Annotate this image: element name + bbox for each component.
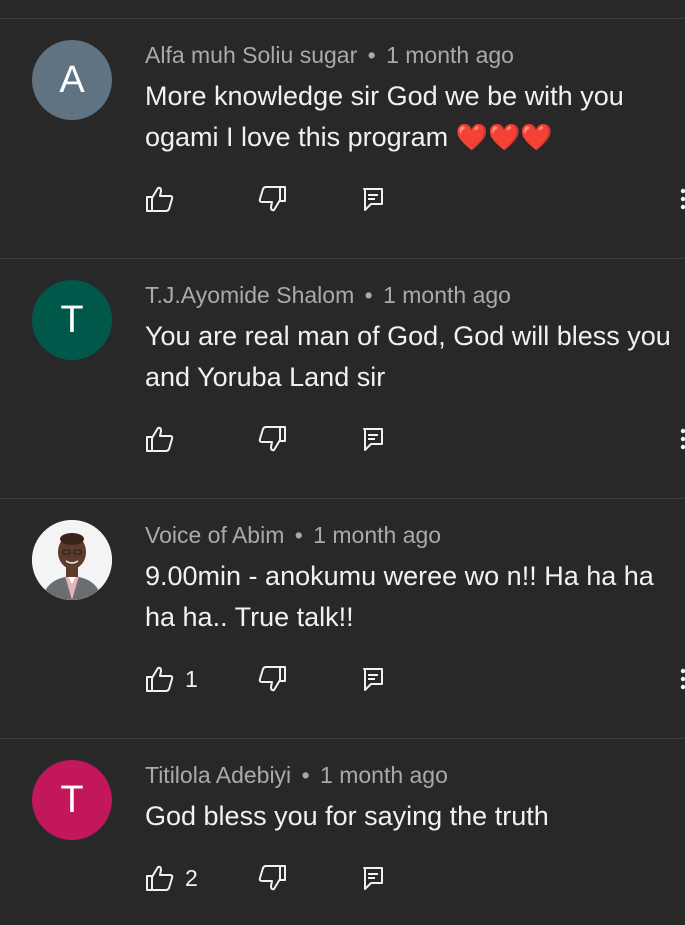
avatar[interactable]: T (32, 760, 112, 840)
comment-time: 1 month ago (313, 522, 442, 548)
avatar-letter: T (60, 298, 84, 341)
heart-emojis: ❤️❤️❤️ (455, 122, 553, 152)
reply-button[interactable] (361, 861, 385, 895)
like-count: 2 (185, 864, 198, 891)
comment-actions (145, 182, 685, 216)
comment-text: More knowledge sir God we be with you og… (145, 76, 685, 158)
meta-separator: • (294, 522, 303, 548)
profile-photo (32, 520, 112, 600)
comment-item: T T.J.Ayomide Shalom • 1 month ago You a… (0, 259, 685, 499)
comment-meta: T.J.Ayomide Shalom • 1 month ago (145, 282, 511, 309)
reply-icon (363, 668, 383, 691)
dislike-button[interactable] (257, 861, 287, 895)
comment-item: A Alfa muh Soliu sugar • 1 month ago Mor… (0, 19, 685, 259)
more-options-button[interactable] (675, 662, 685, 696)
top-divider (0, 0, 685, 19)
comment-meta: Voice of Abim • 1 month ago (145, 522, 441, 549)
dislike-button[interactable] (257, 662, 287, 696)
reply-button[interactable] (361, 182, 385, 216)
meta-separator: • (301, 762, 310, 788)
like-button[interactable]: 2 (145, 861, 198, 895)
more-options-button[interactable] (675, 422, 685, 456)
comment-line: ogami I love this program ❤️❤️❤️ (145, 117, 685, 158)
avatar-letter: T (60, 778, 84, 821)
author-name[interactable]: T.J.Ayomide Shalom (145, 282, 354, 308)
more-vert-icon (680, 188, 685, 210)
author-name[interactable]: Alfa muh Soliu sugar (145, 42, 357, 68)
comment-actions (145, 422, 685, 456)
dislike-button[interactable] (257, 182, 287, 216)
thumbs-down-icon (258, 426, 286, 452)
comment-line: You are real man of God, God will bless … (145, 321, 671, 351)
thumbs-down-icon (258, 865, 286, 891)
comment-text: God bless you for saying the truth (145, 796, 685, 837)
thumbs-up-icon (146, 865, 174, 891)
comment-time: 1 month ago (386, 42, 514, 68)
like-button[interactable] (145, 422, 185, 456)
more-vert-icon (680, 668, 685, 690)
comment-time: 1 month ago (383, 282, 511, 308)
comment-meta: Titilola Adebiyi • 1 month ago (145, 762, 448, 789)
comment-line: ha ha.. True talk!! (145, 602, 354, 632)
like-button[interactable] (145, 182, 185, 216)
like-count: 1 (185, 665, 198, 692)
comment-line: and Yoruba Land sir (145, 362, 386, 392)
comment-item: T Titilola Adebiyi • 1 month ago God ble… (0, 739, 685, 925)
thumbs-up-icon (146, 666, 174, 692)
comment-line: 9.00min - anokumu weree wo n!! Ha ha ha (145, 561, 654, 591)
reply-button[interactable] (361, 422, 385, 456)
meta-separator: • (364, 282, 373, 308)
avatar[interactable] (32, 520, 112, 600)
reply-button[interactable] (361, 662, 385, 696)
more-vert-icon (680, 428, 685, 450)
comment-item: Voice of Abim • 1 month ago 9.00min - an… (0, 499, 685, 739)
reply-icon (363, 188, 383, 211)
avatar[interactable]: A (32, 40, 112, 120)
comment-meta: Alfa muh Soliu sugar • 1 month ago (145, 42, 514, 69)
meta-separator: • (367, 42, 376, 68)
comment-time: 1 month ago (320, 762, 448, 788)
reply-icon (363, 867, 383, 890)
thumbs-up-icon (146, 186, 174, 212)
thumbs-up-icon (146, 426, 174, 452)
reply-icon (363, 428, 383, 451)
thumbs-down-icon (258, 186, 286, 212)
more-options-button[interactable] (675, 182, 685, 216)
comment-actions: 1 (145, 662, 685, 696)
comment-actions: 2 (145, 861, 685, 895)
comment-text: You are real man of God, God will bless … (145, 316, 685, 398)
like-button[interactable]: 1 (145, 662, 198, 696)
avatar-letter: A (59, 58, 85, 101)
author-name[interactable]: Voice of Abim (145, 522, 284, 548)
dislike-button[interactable] (257, 422, 287, 456)
comment-line: More knowledge sir God we be with you (145, 81, 624, 111)
comment-text: 9.00min - anokumu weree wo n!! Ha ha ha … (145, 556, 685, 638)
comment-line: God bless you for saying the truth (145, 801, 549, 831)
avatar[interactable]: T (32, 280, 112, 360)
thumbs-down-icon (258, 666, 286, 692)
author-name[interactable]: Titilola Adebiyi (145, 762, 291, 788)
comment-line-text: ogami I love this program (145, 122, 456, 152)
